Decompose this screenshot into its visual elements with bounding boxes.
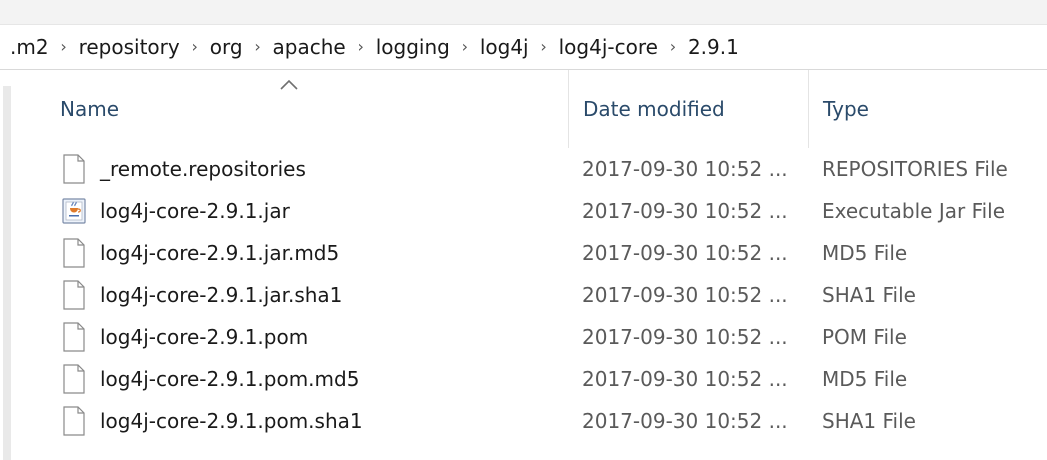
file-date: 2017-09-30 10:52 ...	[582, 157, 788, 181]
file-name: log4j-core-2.9.1.pom.sha1	[100, 409, 363, 433]
file-date: 2017-09-30 10:52 ...	[582, 283, 788, 307]
file-name-cell: log4j-core-2.9.1.pom.sha1	[18, 406, 568, 436]
generic-file-icon	[63, 154, 85, 184]
column-header-name[interactable]: Name	[18, 70, 568, 148]
file-name-cell: log4j-core-2.9.1.jar.md5	[18, 238, 568, 268]
sort-ascending-icon	[280, 79, 298, 90]
breadcrumb-separator-icon[interactable]: ›	[452, 37, 478, 56]
file-name: log4j-core-2.9.1.jar.sha1	[100, 283, 343, 307]
generic-file-icon	[63, 238, 85, 268]
breadcrumb-separator-icon[interactable]: ›	[245, 37, 271, 56]
file-row[interactable]: log4j-core-2.9.1.jar 2017-09-30 10:52 ..…	[18, 190, 1047, 232]
file-name-cell: log4j-core-2.9.1.jar	[18, 196, 568, 226]
file-date: 2017-09-30 10:52 ...	[582, 367, 788, 391]
file-date: 2017-09-30 10:52 ...	[582, 409, 788, 433]
file-rows: _remote.repositories 2017-09-30 10:52 ..…	[18, 148, 1047, 442]
file-date: 2017-09-30 10:52 ...	[582, 241, 788, 265]
file-explorer-window: .m2 › repository › org › apache › loggin…	[0, 0, 1047, 460]
generic-file-icon	[63, 406, 85, 436]
file-type: REPOSITORIES File	[822, 157, 1008, 181]
file-row[interactable]: log4j-core-2.9.1.pom.sha1 2017-09-30 10:…	[18, 400, 1047, 442]
generic-file-icon	[63, 364, 85, 394]
file-type: POM File	[822, 325, 907, 349]
file-name: log4j-core-2.9.1.pom.md5	[100, 367, 360, 391]
file-name-cell: _remote.repositories	[18, 154, 568, 184]
breadcrumb-separator-icon[interactable]: ›	[660, 37, 686, 56]
file-row[interactable]: log4j-core-2.9.1.jar.sha1 2017-09-30 10:…	[18, 274, 1047, 316]
breadcrumb-item-log4j[interactable]: log4j	[478, 32, 531, 62]
column-header-type-label: Type	[823, 97, 869, 121]
file-name-cell: log4j-core-2.9.1.pom	[18, 322, 568, 352]
java-jar-icon	[62, 198, 86, 224]
file-row[interactable]: _remote.repositories 2017-09-30 10:52 ..…	[18, 148, 1047, 190]
breadcrumb-separator-icon[interactable]: ›	[182, 37, 208, 56]
breadcrumb-item-m2[interactable]: .m2	[8, 32, 51, 62]
breadcrumb-separator-icon[interactable]: ›	[51, 37, 77, 56]
breadcrumb-separator-icon[interactable]: ›	[348, 37, 374, 56]
file-date: 2017-09-30 10:52 ...	[582, 199, 788, 223]
column-header-date-modified[interactable]: Date modified	[568, 70, 808, 148]
address-bar[interactable]: .m2 › repository › org › apache › loggin…	[0, 25, 1047, 70]
file-name: log4j-core-2.9.1.jar.md5	[100, 241, 340, 265]
column-header-name-label: Name	[60, 97, 120, 121]
file-name: _remote.repositories	[100, 157, 306, 181]
file-type: MD5 File	[822, 241, 908, 265]
file-row[interactable]: log4j-core-2.9.1.pom.md5 2017-09-30 10:5…	[18, 358, 1047, 400]
breadcrumb-item-apache[interactable]: apache	[271, 32, 348, 62]
file-date: 2017-09-30 10:52 ...	[582, 325, 788, 349]
breadcrumb-separator-icon[interactable]: ›	[531, 37, 557, 56]
file-type: Executable Jar File	[822, 199, 1006, 223]
navigation-pane-scrollbar[interactable]	[3, 86, 11, 460]
breadcrumb-item-log4j-core[interactable]: log4j-core	[557, 32, 660, 62]
column-header-row: Name Date modified Type	[18, 70, 1047, 148]
file-type: SHA1 File	[822, 409, 916, 433]
toolbar-strip	[0, 0, 1047, 25]
file-row[interactable]: log4j-core-2.9.1.pom 2017-09-30 10:52 ..…	[18, 316, 1047, 358]
breadcrumb-item-repository[interactable]: repository	[77, 32, 182, 62]
file-name: log4j-core-2.9.1.jar	[100, 199, 290, 223]
breadcrumb-item-logging[interactable]: logging	[374, 32, 452, 62]
generic-file-icon	[63, 322, 85, 352]
column-header-date-label: Date modified	[583, 97, 725, 121]
file-type: SHA1 File	[822, 283, 916, 307]
column-header-type[interactable]: Type	[808, 70, 1047, 148]
generic-file-icon	[63, 280, 85, 310]
breadcrumb-item-version[interactable]: 2.9.1	[686, 32, 741, 62]
file-name: log4j-core-2.9.1.pom	[100, 325, 309, 349]
file-list: Name Date modified Type _remote.reposito…	[18, 70, 1047, 460]
file-type: MD5 File	[822, 367, 908, 391]
breadcrumb-item-org[interactable]: org	[208, 32, 245, 62]
file-name-cell: log4j-core-2.9.1.pom.md5	[18, 364, 568, 394]
file-row[interactable]: log4j-core-2.9.1.jar.md5 2017-09-30 10:5…	[18, 232, 1047, 274]
file-name-cell: log4j-core-2.9.1.jar.sha1	[18, 280, 568, 310]
breadcrumb: .m2 › repository › org › apache › loggin…	[0, 32, 741, 62]
